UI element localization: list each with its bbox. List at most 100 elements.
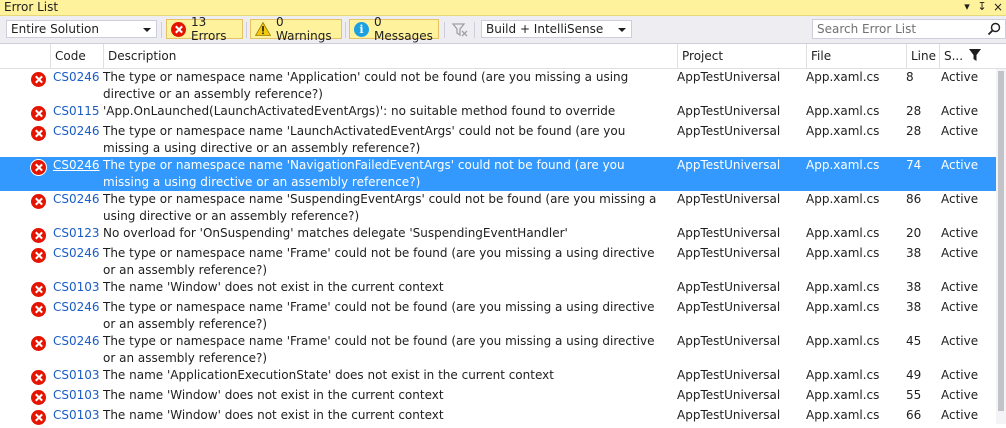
error-description: No overload for 'OnSuspending' matches d… [103,226,568,240]
column-header-file[interactable]: File [806,44,906,68]
messages-filter-button[interactable]: i 0 Messages [349,15,439,43]
error-list-titlebar: Error List ▾ ↧ × [0,0,1006,16]
warnings-filter-button[interactable]: 0 Warnings [250,15,342,43]
error-project: AppTestUniversal [677,124,781,138]
error-code-link[interactable]: CS0246 [53,123,100,140]
column-header-label: Description [108,49,177,63]
error-line: 74 [906,158,922,172]
table-row[interactable]: CS0103 The name 'Window' does not exist i… [0,387,996,407]
column-header-row: Code Description Project File Line S... [0,44,1006,69]
column-header-label: Code [55,49,86,63]
column-header-label: File [811,49,832,63]
error-icon-cell [31,126,46,144]
table-row[interactable]: CS0115 'App.OnLaunched(LaunchActivatedEve… [0,103,996,123]
search-input[interactable]: Search Error List [812,19,1006,39]
error-icon-cell [31,370,46,388]
column-header-state[interactable]: S... [939,44,965,68]
error-project: AppTestUniversal [677,226,781,240]
error-state: Active [941,388,979,402]
table-row[interactable]: CS0246 The type or namespace name 'Applic… [0,69,996,103]
table-row[interactable]: CS0103 The name 'ApplicationExecutionStat… [0,367,996,387]
error-icon-cell [31,106,46,124]
error-code-link[interactable]: CS0246 [53,245,100,262]
error-code-link[interactable]: CS0246 [53,299,100,316]
column-filter-icon[interactable] [968,48,982,62]
scrollbar-thumb[interactable] [998,71,1004,411]
error-code-link[interactable]: CS0246 [53,333,100,350]
error-description: The type or namespace name 'LaunchActiva… [103,124,626,155]
error-file: App.xaml.cs [806,70,880,84]
column-header-label: Project [682,49,724,63]
error-icon [31,336,46,351]
errors-filter-label: 13 Errors [191,15,227,43]
error-description: The name 'Window' does not exist in the … [103,408,444,422]
build-source-value: Build + IntelliSense [486,22,604,36]
error-description: The type or namespace name 'SuspendingEv… [103,192,657,223]
table-row[interactable]: CS0246 The type or namespace name 'Frame'… [0,333,996,367]
column-header-project[interactable]: Project [677,44,806,68]
error-icon-cell [31,72,46,90]
table-row[interactable]: CS0123 No overload for 'OnSuspending' mat… [0,225,996,245]
table-row[interactable]: CS0246 The type or namespace name 'Suspen… [0,191,996,225]
error-file: App.xaml.cs [806,368,880,382]
error-code-link[interactable]: CS0103 [53,387,100,404]
errors-filter-button[interactable]: 13 Errors [166,15,243,43]
error-line: 28 [906,104,922,118]
error-icon [31,106,46,121]
error-description: The name 'Window' does not exist in the … [103,280,444,294]
window-menu-dropdown-icon[interactable]: ▾ [960,0,974,14]
error-icon [31,160,46,175]
error-icon [31,282,46,297]
error-state: Active [941,300,979,314]
error-list-toolbar: Entire Solution 13 Errors 0 Warnings i 0… [0,15,1006,44]
error-state: Active [941,334,979,348]
error-code-link[interactable]: CS0115 [53,103,100,120]
table-row[interactable]: CS0246 The type or namespace name 'Frame'… [0,299,996,333]
table-row[interactable]: CS0103 The name 'Window' does not exist i… [0,279,996,299]
error-project: AppTestUniversal [677,408,781,422]
column-header-description[interactable]: Description [103,44,677,68]
error-state: Active [941,280,979,294]
error-code-link[interactable]: CS0246 [53,157,100,174]
error-line: 38 [906,280,922,294]
column-header-line[interactable]: Line [906,44,939,68]
clear-filter-icon[interactable] [451,21,469,39]
error-file: App.xaml.cs [806,104,880,118]
error-code-link[interactable]: CS0103 [53,279,100,296]
search-icon[interactable] [986,21,1002,37]
error-icon [31,194,46,209]
column-header-code[interactable]: Code [50,44,103,68]
error-file: App.xaml.cs [806,334,880,348]
error-code-link[interactable]: CS0246 [53,69,100,86]
error-state: Active [941,226,979,240]
vertical-scrollbar[interactable] [996,69,1006,424]
toolbar-separator [161,22,162,38]
build-source-dropdown[interactable]: Build + IntelliSense [481,20,632,38]
error-code-link[interactable]: CS0103 [53,367,100,384]
table-row[interactable]: CS0103 The name 'Window' does not exist i… [0,407,996,427]
error-code-link[interactable]: CS0123 [53,225,100,242]
messages-filter-label: 0 Messages [374,15,433,43]
error-project: AppTestUniversal [677,300,781,314]
pin-icon[interactable]: ↧ [975,0,989,14]
error-code-link[interactable]: CS0103 [53,407,100,424]
error-line: 66 [906,408,922,422]
error-file: App.xaml.cs [806,300,880,314]
error-line: 45 [906,334,922,348]
error-icon-cell [31,228,46,246]
column-header-label: S... [944,49,964,63]
chevron-down-icon [143,28,151,32]
close-icon[interactable]: × [991,0,1005,14]
scope-dropdown[interactable]: Entire Solution [6,20,157,38]
error-description: The type or namespace name 'Frame' could… [103,334,655,365]
scope-value: Entire Solution [11,22,99,36]
table-row[interactable]: CS0246 The type or namespace name 'Naviga… [0,157,996,191]
error-description: The name 'ApplicationExecutionState' doe… [103,368,554,382]
error-icon [31,390,46,405]
error-code-link[interactable]: CS0246 [53,191,100,208]
table-row[interactable]: CS0246 The type or namespace name 'Launch… [0,123,996,157]
error-icon [31,248,46,263]
table-row[interactable]: CS0246 The type or namespace name 'Frame'… [0,245,996,279]
error-line: 86 [906,192,922,206]
error-icon-cell [31,390,46,408]
